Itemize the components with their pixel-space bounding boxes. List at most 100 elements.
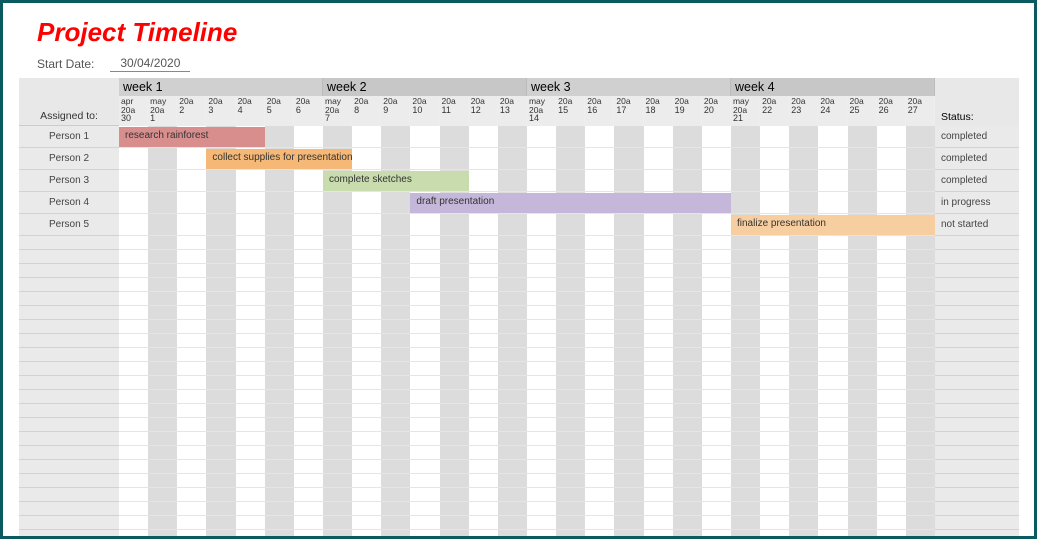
empty-row	[119, 362, 935, 376]
empty-row	[119, 418, 935, 432]
empty-cell	[935, 292, 1019, 306]
empty-row	[119, 320, 935, 334]
day-header: 20a6	[294, 96, 323, 126]
empty-cell	[19, 502, 119, 516]
empty-row	[119, 236, 935, 250]
task-bar[interactable]: collect supplies for presentation	[206, 149, 352, 169]
day-header: may20a7	[323, 96, 352, 126]
day-row: apr20a30may20a120a220a320a420a520a6may20…	[119, 96, 935, 126]
task-row: collect supplies for presentation	[119, 148, 935, 170]
status-column: completedcompletedcompletedin progressno…	[935, 126, 1019, 539]
empty-cell	[19, 418, 119, 432]
empty-cell	[935, 278, 1019, 292]
day-header: may20a14	[527, 96, 556, 126]
empty-cell	[935, 348, 1019, 362]
app-window: Project Timeline Start Date: 30/04/2020 …	[0, 0, 1037, 539]
empty-cell	[19, 292, 119, 306]
empty-cell	[19, 348, 119, 362]
empty-row	[119, 334, 935, 348]
empty-cell	[935, 264, 1019, 278]
week-header: week 2	[323, 78, 527, 96]
day-header: 20a26	[877, 96, 906, 126]
empty-cell	[935, 446, 1019, 460]
task-bar[interactable]: research rainforest	[119, 127, 265, 147]
empty-cell	[935, 376, 1019, 390]
empty-row	[119, 446, 935, 460]
week-header: week 4	[731, 78, 935, 96]
person-cell: Person 4	[19, 192, 119, 214]
empty-cell	[935, 362, 1019, 376]
day-header: may20a21	[731, 96, 760, 126]
task-row: research rainforest	[119, 126, 935, 148]
week-header: week 3	[527, 78, 731, 96]
empty-cell	[935, 516, 1019, 530]
empty-row	[119, 348, 935, 362]
empty-cell	[19, 460, 119, 474]
person-cell: Person 5	[19, 214, 119, 236]
empty-cell	[19, 474, 119, 488]
day-header: 20a17	[614, 96, 643, 126]
day-header: 20a13	[498, 96, 527, 126]
empty-cell	[935, 432, 1019, 446]
empty-cell	[935, 460, 1019, 474]
empty-row	[119, 488, 935, 502]
empty-row	[119, 264, 935, 278]
status-cell: in progress	[935, 192, 1019, 214]
day-header: 20a23	[789, 96, 818, 126]
empty-cell	[19, 432, 119, 446]
empty-row	[119, 278, 935, 292]
day-header: 20a4	[236, 96, 265, 126]
day-header: 20a5	[265, 96, 294, 126]
grid-header: Assigned to: week 1week 2week 3week 4 ap…	[19, 78, 1019, 126]
empty-row	[119, 390, 935, 404]
empty-cell	[935, 306, 1019, 320]
timeline-header: week 1week 2week 3week 4 apr20a30may20a1…	[119, 78, 935, 126]
empty-cell	[935, 250, 1019, 264]
empty-cell	[19, 320, 119, 334]
empty-cell	[19, 530, 119, 539]
start-date-label: Start Date:	[37, 57, 94, 71]
empty-cell	[19, 516, 119, 530]
status-cell: completed	[935, 148, 1019, 170]
empty-row	[119, 516, 935, 530]
task-bar[interactable]: draft presentation	[410, 193, 731, 213]
person-cell: Person 3	[19, 170, 119, 192]
empty-cell	[935, 488, 1019, 502]
empty-cell	[935, 404, 1019, 418]
empty-cell	[19, 306, 119, 320]
start-date-row: Start Date: 30/04/2020	[37, 56, 1018, 72]
start-date-value[interactable]: 30/04/2020	[110, 56, 190, 72]
empty-cell	[19, 264, 119, 278]
status-header: Status:	[935, 78, 1019, 126]
day-header: 20a19	[673, 96, 702, 126]
empty-row	[119, 474, 935, 488]
gantt-grid: Assigned to: week 1week 2week 3week 4 ap…	[19, 78, 1019, 539]
empty-cell	[935, 530, 1019, 539]
empty-cell	[19, 250, 119, 264]
task-bar[interactable]: complete sketches	[323, 171, 469, 191]
empty-row	[119, 250, 935, 264]
empty-row	[119, 292, 935, 306]
empty-row	[119, 306, 935, 320]
empty-cell	[19, 488, 119, 502]
day-header: may20a1	[148, 96, 177, 126]
page-title: Project Timeline	[37, 17, 1018, 48]
task-row: complete sketches	[119, 170, 935, 192]
empty-cell	[935, 474, 1019, 488]
empty-row	[119, 460, 935, 474]
empty-row	[119, 376, 935, 390]
week-row: week 1week 2week 3week 4	[119, 78, 935, 96]
empty-cell	[19, 376, 119, 390]
status-cell: completed	[935, 170, 1019, 192]
day-header: 20a9	[381, 96, 410, 126]
day-header: 20a12	[469, 96, 498, 126]
person-cell: Person 1	[19, 126, 119, 148]
task-bar[interactable]: finalize presentation	[731, 215, 935, 235]
person-cell: Person 2	[19, 148, 119, 170]
empty-cell	[19, 390, 119, 404]
empty-cell	[935, 334, 1019, 348]
task-row: draft presentation	[119, 192, 935, 214]
task-row: finalize presentation	[119, 214, 935, 236]
grid-body: Person 1Person 2Person 3Person 4Person 5…	[19, 126, 1019, 539]
empty-cell	[19, 404, 119, 418]
